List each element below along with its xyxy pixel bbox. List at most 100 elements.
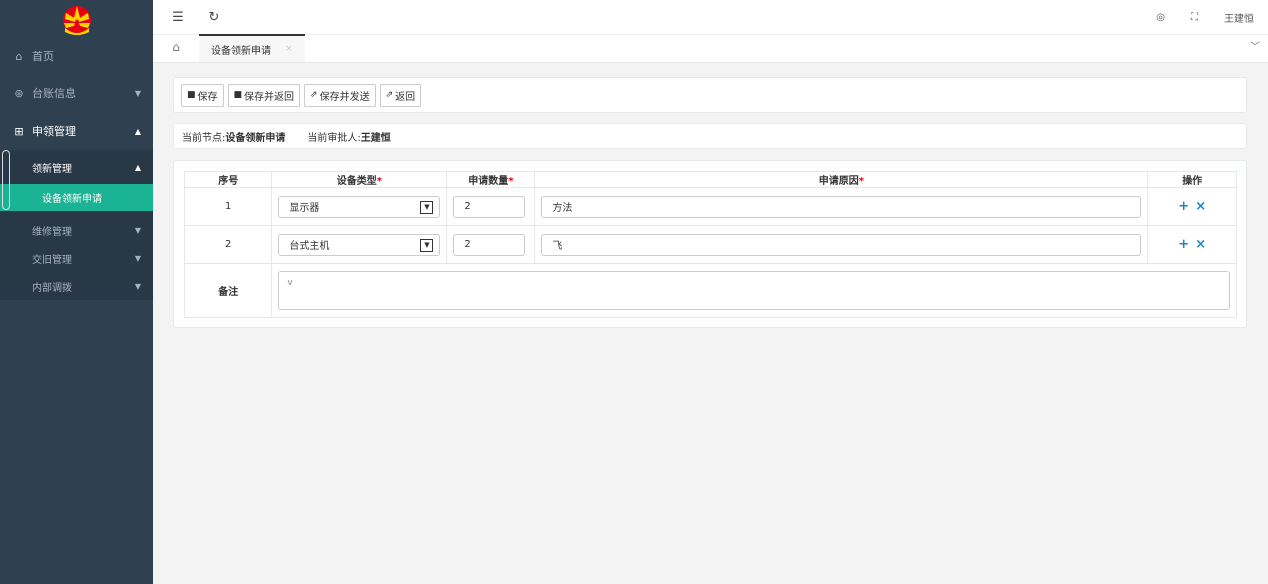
sidebar-item-ledger[interactable]: ⊛ 台账信息 ▼	[0, 74, 153, 112]
menu-toggle-icon[interactable]: ☰	[167, 10, 189, 25]
reason-cell: 飞	[534, 225, 1149, 264]
quantity-input[interactable]: 2	[453, 233, 526, 256]
submenu-item-device-apply[interactable]: 设备领新申请	[0, 184, 153, 211]
save-button-label: 保存	[197, 91, 218, 103]
type-cell: 台式主机 ▼	[271, 225, 448, 264]
save-button[interactable]: ■ 保存	[181, 83, 224, 107]
table-row: 1 显示器 ▼ 2 方法 + ×	[183, 187, 1237, 226]
chevron-down-icon: ▼	[420, 200, 434, 214]
row-index: 1	[183, 187, 273, 226]
remark-cell: v	[271, 263, 1237, 318]
topbar: ☰ ↻ ◎ ⛶ 王建恒	[153, 0, 1268, 35]
sidebar-scrollbar[interactable]	[2, 150, 10, 210]
save-send-button[interactable]: ⇗ 保存并发送	[304, 83, 376, 107]
device-type-value: 显示器	[289, 203, 320, 214]
submenu-item-label: 交旧管理	[32, 254, 72, 266]
delete-row-icon[interactable]: ×	[1195, 237, 1206, 252]
submenu-item-label: 维修管理	[32, 226, 72, 238]
submenu-item-new-collect[interactable]: 领新管理 ▲	[0, 150, 153, 184]
device-type-value: 台式主机	[289, 241, 330, 252]
theme-icon[interactable]: ◎	[1156, 12, 1165, 23]
reason-value: 方法	[552, 203, 573, 214]
ops-cell: + ×	[1147, 187, 1237, 226]
delete-row-icon[interactable]: ×	[1195, 199, 1206, 214]
add-row-icon[interactable]: +	[1178, 237, 1189, 252]
submenu-item-label: 设备领新申请	[42, 194, 102, 205]
required-mark: *	[508, 176, 514, 187]
home-tab-icon[interactable]: ⌂	[153, 34, 199, 62]
sidebar-item-label: 申领管理	[32, 125, 76, 138]
apps-icon: ⊞	[14, 124, 24, 138]
chevron-down-icon[interactable]: ﹀	[1242, 34, 1268, 62]
chevron-down-icon: ▼	[420, 238, 434, 252]
node-value: 设备领新申请	[225, 132, 286, 144]
company-logo-icon	[62, 6, 91, 35]
approver-label: 当前审批人:	[307, 132, 361, 144]
required-mark: *	[376, 176, 383, 187]
add-row-icon[interactable]: +	[1178, 199, 1189, 214]
ops-cell: + ×	[1147, 225, 1237, 264]
header-type: 设备类型*	[271, 171, 448, 188]
sidebar-item-label: 台账信息	[32, 87, 76, 100]
toolbar: ■ 保存 ■ 保存并返回 ⇗ 保存并发送 ⇗ 返回	[173, 77, 1247, 113]
submenu-item-label: 领新管理	[32, 163, 72, 175]
quantity-value: 2	[464, 239, 471, 250]
device-type-select[interactable]: 台式主机 ▼	[278, 233, 441, 256]
share-icon: ⇗	[385, 90, 394, 100]
logo	[0, 0, 153, 38]
tab-label: 设备领新申请	[211, 45, 271, 57]
node-label: 当前节点:	[182, 132, 226, 144]
caret-down-icon: ▼	[134, 225, 141, 235]
remark-label: 备注	[183, 263, 273, 318]
apply-table: 序号 设备类型* 申请数量* 申请原因* 操作 1 显示器 ▼ 2 方法 +×	[183, 171, 1237, 318]
caret-up-icon: ▲	[134, 126, 141, 136]
floppy-icon: ■	[187, 90, 196, 100]
sidebar-item-label: 首页	[32, 50, 54, 63]
remark-value: v	[287, 278, 293, 288]
close-icon[interactable]: ×	[285, 44, 293, 54]
quantity-input[interactable]: 2	[453, 195, 526, 218]
table-header: 序号 设备类型* 申请数量* 申请原因* 操作	[183, 171, 1237, 188]
remark-textarea[interactable]: v	[278, 271, 1230, 310]
home-icon: ⌂	[15, 49, 23, 63]
approver-value: 王建恒	[360, 132, 391, 144]
reason-input[interactable]: 飞	[541, 233, 1142, 256]
refresh-icon[interactable]: ↻	[203, 10, 225, 25]
header-ops-label: 操作	[1182, 176, 1203, 187]
caret-up-icon: ▲	[134, 162, 141, 172]
header-qty-label: 申请数量	[468, 176, 509, 187]
caret-down-icon: ▼	[134, 253, 141, 263]
header-reason: 申请原因*	[534, 171, 1149, 188]
submenu: 领新管理 ▲ 设备领新申请 维修管理 ▼ 交旧管理 ▼ 内部调拨 ▼	[0, 150, 153, 300]
back-button[interactable]: ⇗ 返回	[379, 83, 422, 107]
device-type-select[interactable]: 显示器 ▼	[278, 195, 441, 218]
caret-down-icon: ▼	[134, 281, 141, 291]
type-cell: 显示器 ▼	[271, 187, 448, 226]
submenu-item-label: 内部调拨	[32, 282, 72, 294]
header-type-label: 设备类型	[336, 176, 377, 187]
caret-down-icon: ▼	[134, 88, 141, 98]
form-panel: 序号 设备类型* 申请数量* 申请原因* 操作 1 显示器 ▼ 2 方法 +×	[173, 160, 1247, 328]
quantity-value: 2	[464, 201, 471, 212]
tab-device-apply[interactable]: 设备领新申请 ×	[199, 34, 305, 62]
qty-cell: 2	[446, 187, 536, 226]
submenu-item-return-old[interactable]: 交旧管理 ▼	[0, 244, 153, 272]
tab-bar: ⌂ 设备领新申请 × ﹀	[153, 34, 1268, 63]
share-icon: ⇗	[310, 90, 318, 100]
remark-row: 备注 v	[183, 263, 1237, 318]
floppy-icon: ■	[233, 90, 243, 100]
row-index: 2	[183, 225, 273, 264]
fullscreen-icon[interactable]: ⛶	[1191, 12, 1198, 23]
sidebar-item-apply[interactable]: ⊞ 申领管理 ▲	[0, 112, 153, 150]
save-return-button[interactable]: ■ 保存并返回	[227, 83, 301, 107]
back-button-label: 返回	[395, 91, 416, 103]
qty-cell: 2	[446, 225, 536, 264]
header-qty: 申请数量*	[446, 171, 536, 188]
sidebar-item-home[interactable]: ⌂ 首页	[0, 38, 153, 74]
reason-input[interactable]: 方法	[541, 195, 1142, 218]
user-name[interactable]: 王建恒	[1224, 10, 1254, 25]
submenu-item-transfer[interactable]: 内部调拨 ▼	[0, 272, 153, 300]
table-row: 2 台式主机 ▼ 2 飞 + ×	[183, 225, 1237, 264]
submenu-item-repair[interactable]: 维修管理 ▼	[0, 216, 153, 244]
save-return-button-label: 保存并返回	[244, 91, 295, 103]
